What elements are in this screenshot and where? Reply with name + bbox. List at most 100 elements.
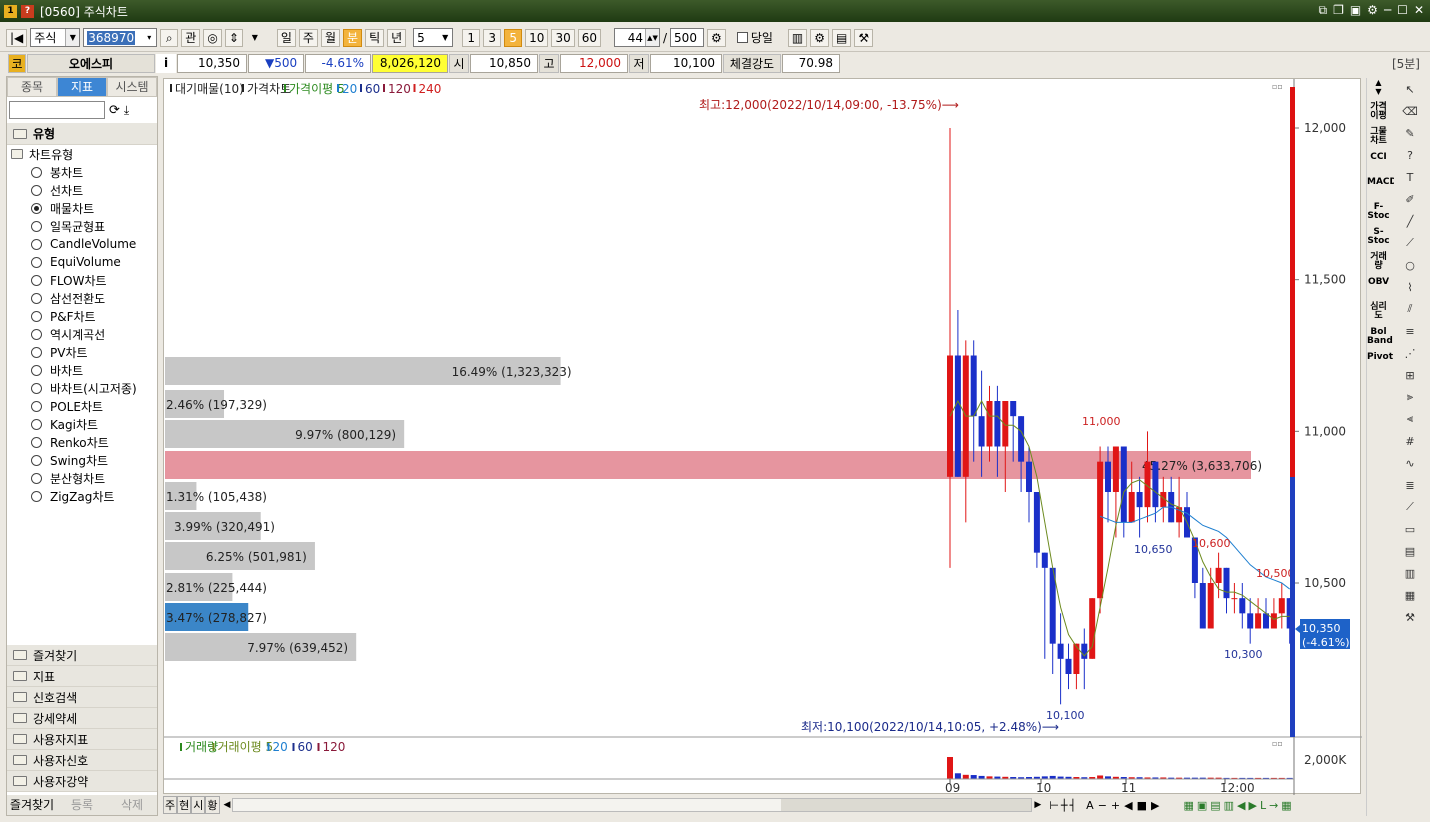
line-icon[interactable]: ╱ [1394,210,1426,232]
bottom-tab-1[interactable]: 현 [177,796,192,814]
radio-icon[interactable] [31,472,42,484]
bottom-tab-3[interactable]: 황 [205,796,220,814]
market-select[interactable]: 주식 ▼ [30,28,81,47]
period-month[interactable]: 월 [320,28,341,47]
export-tools[interactable]: ▦▣▤▥◀▶L→▦ [1183,799,1294,812]
up-icon[interactable]: ▲ ▼ [1367,78,1390,100]
radio-icon[interactable] [31,256,42,268]
radio-icon[interactable] [31,364,42,376]
save-icon[interactable]: ▤ [832,28,852,47]
minimize-icon[interactable]: ─ [1384,3,1391,18]
radio-icon[interactable] [31,346,42,358]
parallel-icon[interactable]: ⊞ [1394,364,1426,386]
fan-icon[interactable]: ⋰ [1394,342,1426,364]
period-minute[interactable]: 분 [343,28,363,47]
close-icon[interactable]: ✕ [1414,3,1424,18]
group-item-0[interactable]: 즐겨찾기 [7,645,157,666]
first-icon[interactable]: |◀ [6,28,28,47]
chart-type-2[interactable]: 매물차트 [7,199,157,217]
interval-select[interactable]: 5 ▼ [413,28,454,47]
pitchfork-icon[interactable]: ⫷ [1394,408,1426,430]
radio-icon[interactable] [31,238,42,250]
group-item-1[interactable]: 지표 [7,666,157,687]
group-item-3[interactable]: 강세약세 [7,708,157,729]
chart-type-14[interactable]: Kagi차트 [7,415,157,433]
screenshot-icon[interactable]: ▣ [1350,3,1361,18]
radio-icon[interactable] [31,166,42,178]
chart-area[interactable]: 대기매물(10) 가격차트 가격이평 5 20 60 120 240 16.49% (1,3… [163,78,1362,795]
download-icon[interactable]: ⤓ [124,103,129,118]
nav-tools[interactable]: A−+◀■▶ [1086,799,1163,812]
today-checkbox[interactable] [736,32,748,43]
indicator-1[interactable]: 그물차트 [1367,128,1390,150]
favorites-button[interactable]: 즐겨찾기 [7,795,57,815]
eraser-icon[interactable]: ⌫ [1394,100,1426,122]
period-week[interactable]: 주 [298,28,318,47]
settings-icon[interactable]: ⚙ [810,28,830,47]
radio-icon[interactable] [31,418,42,430]
indicator-8[interactable]: 심리도 [1367,303,1390,325]
quick-10[interactable]: 10 [525,28,549,47]
register-button[interactable]: 등록 [57,795,107,815]
tab-system[interactable]: 시스템 [107,77,157,97]
dropdown-icon[interactable]: ▼ [246,29,264,47]
chart-type-12[interactable]: 바차트(시고저종) [7,379,157,397]
radio-icon[interactable] [31,490,42,502]
indicator-0[interactable]: 가격이평 [1367,103,1390,125]
code-input[interactable]: 368970 ▾ [83,28,158,47]
fib-icon[interactable]: ⌇ [1394,276,1426,298]
radio-icon[interactable] [31,292,42,304]
indicator-5[interactable]: S-Stoc [1367,228,1390,250]
chart-type-8[interactable]: P&F차트 [7,307,157,325]
chart-type-10[interactable]: PV차트 [7,343,157,361]
radio-icon[interactable] [31,184,42,196]
auto-icon[interactable]: ⟋ [1394,496,1426,518]
quick-5[interactable]: 5 [504,28,523,47]
apply-icon[interactable]: ⚙ [707,28,726,47]
count-stepper[interactable]: 44 ▲▼ [614,28,660,47]
chart-type-4[interactable]: CandleVolume [7,235,157,253]
indicator-9[interactable]: Bol Band [1367,328,1393,350]
gear-icon[interactable]: ⚙ [1367,3,1378,18]
chart-type-13[interactable]: POLE차트 [7,397,157,415]
radio-icon[interactable] [31,454,42,466]
indicator-2[interactable]: CCI [1367,153,1390,175]
channel-icon[interactable]: ⫽ [1394,298,1426,320]
stepper-icon[interactable]: ▲▼ [645,29,659,46]
text-icon[interactable]: T [1394,166,1426,188]
radio-icon[interactable] [31,328,42,340]
delete-button[interactable]: 삭제 [107,795,157,815]
gwan-button[interactable]: 관 [181,28,201,47]
pen-icon[interactable]: ✎ [1394,122,1426,144]
cmp-icon[interactable]: ▦ [1394,584,1426,606]
quick-30[interactable]: 30 [551,28,575,47]
bottom-tab-0[interactable]: 주 [163,796,178,814]
cursor-icon[interactable]: ↖ [1394,78,1426,100]
scroll-right-icon[interactable]: ▶ [1034,800,1041,810]
ray-icon[interactable]: ⟋ [1394,232,1426,254]
tab-stock[interactable]: 종목 [7,77,57,97]
wrench-icon[interactable]: ⚒ [1394,606,1426,628]
chart-type-18[interactable]: ZigZag차트 [7,487,157,505]
link-icon[interactable]: ⧉ [1318,3,1327,18]
sync-icon[interactable]: ◎ [203,28,222,47]
refresh-icon[interactable]: ⟳ [109,103,120,118]
circle-icon[interactable]: ○ [1394,254,1426,276]
chart-type-15[interactable]: Renko차트 [7,433,157,451]
chart-type-5[interactable]: EquiVolume [7,253,157,271]
chart-svg[interactable]: 대기매물(10) 가격차트가격이평 520 60 120 240 16.49% (1,3… [164,79,1362,795]
updown-icon[interactable]: ⇕ [224,28,243,47]
brush-icon[interactable]: ✐ [1394,188,1426,210]
chart-type-6[interactable]: FLOW차트 [7,271,157,289]
level-icon[interactable]: ≣ [1394,474,1426,496]
indicator-6[interactable]: 거래량 [1367,253,1390,275]
bottom-tab-2[interactable]: 시 [191,796,206,814]
total-input[interactable]: 500 [670,28,705,47]
maximize-icon[interactable]: ☐ [1397,3,1408,18]
scroll-left-icon[interactable]: ◀ [224,800,231,810]
tab-indicator[interactable]: 지표 [57,77,107,97]
subgroup-charttype[interactable]: 차트유형 [7,145,157,163]
radio-icon[interactable] [31,202,42,214]
gann-icon[interactable]: ≡ [1394,320,1426,342]
pane-controls-icon[interactable]: ▫▫ [1272,739,1283,748]
